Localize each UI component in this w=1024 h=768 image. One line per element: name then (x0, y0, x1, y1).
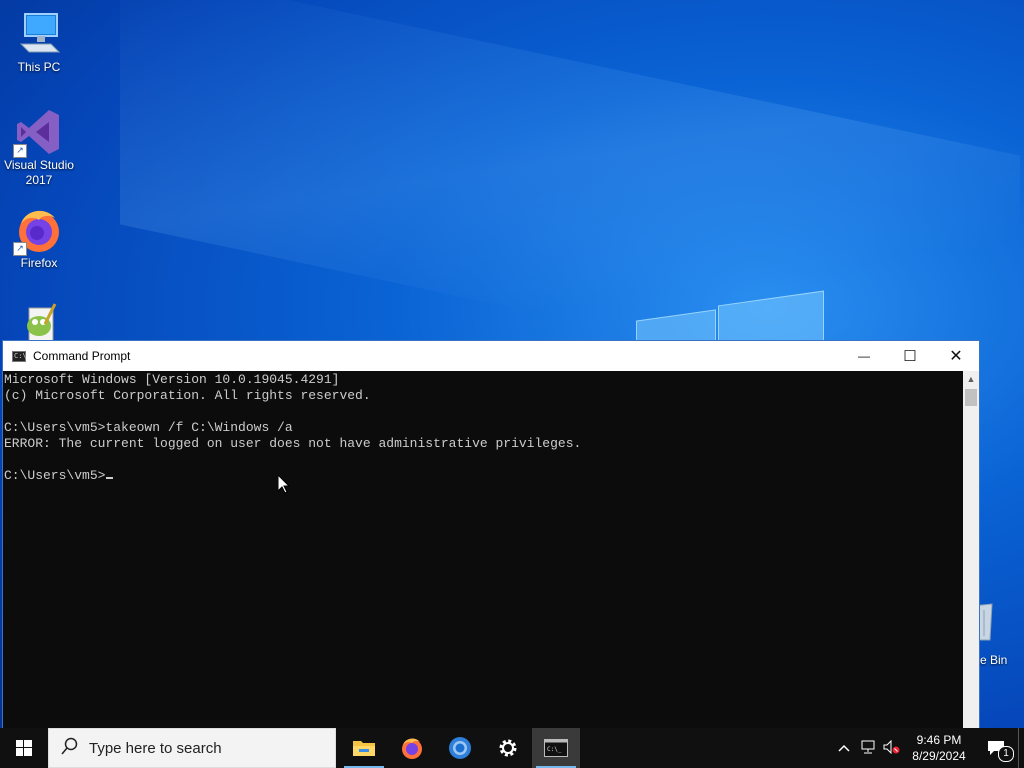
action-center-button[interactable]: 1 (974, 728, 1018, 768)
close-button[interactable]: ✕ (933, 341, 979, 371)
taskbar: Type here to search C:\_ 9:46 PM 8/29/20… (0, 728, 1024, 768)
command-prompt-icon: C:\ (12, 350, 27, 362)
minimize-button[interactable]: — (841, 341, 887, 371)
desktop-icon-label: This PC (17, 60, 61, 74)
taskbar-command-prompt[interactable]: C:\_ (532, 728, 580, 768)
system-tray: 9:46 PM 8/29/2024 1 (832, 728, 1024, 768)
vertical-scrollbar[interactable]: ▲ (963, 371, 979, 729)
scroll-up-arrow-icon[interactable]: ▲ (963, 371, 979, 387)
start-button[interactable] (0, 728, 48, 768)
clock-date: 8/29/2024 (912, 749, 966, 763)
desktop-icon-visual-studio[interactable]: ↗ Visual Studio 2017 (1, 108, 77, 188)
command-prompt-window[interactable]: C:\ Command Prompt — ☐ ✕ Microsoft Windo… (2, 340, 980, 730)
this-pc-icon (15, 10, 63, 58)
chrome-icon (449, 737, 471, 759)
show-desktop-button[interactable] (1018, 728, 1024, 768)
taskbar-settings[interactable] (484, 728, 532, 768)
desktop-icon-this-pc[interactable]: This PC (1, 10, 77, 75)
notification-count-badge: 1 (998, 746, 1014, 762)
volume-muted-icon[interactable] (880, 739, 904, 757)
console-line: ERROR: The current logged on user does n… (4, 436, 582, 451)
console-output[interactable]: Microsoft Windows [Version 10.0.19045.42… (3, 371, 963, 729)
desktop-icon-label: Visual Studio 2017 (4, 158, 74, 187)
network-icon[interactable] (856, 740, 880, 757)
mouse-pointer-icon (277, 473, 291, 499)
shortcut-arrow-icon: ↗ (13, 144, 27, 158)
search-icon (61, 737, 81, 759)
search-placeholder: Type here to search (89, 739, 222, 757)
taskbar-search-box[interactable]: Type here to search (48, 728, 336, 768)
console-line: C:\Users\vm5>takeown /f C:\Windows /a (4, 420, 293, 435)
show-hidden-icons-chevron-icon[interactable] (832, 741, 856, 755)
desktop-icon-label: e Bin (980, 653, 1008, 667)
firefox-icon: ↗ (13, 206, 63, 256)
shortcut-arrow-icon: ↗ (13, 242, 27, 256)
clock[interactable]: 9:46 PM 8/29/2024 (904, 732, 974, 764)
svg-text:C:\_: C:\_ (547, 746, 562, 753)
firefox-icon (402, 738, 422, 759)
taskbar-chrome[interactable] (436, 728, 484, 768)
clock-time: 9:46 PM (916, 733, 962, 747)
taskbar-file-explorer[interactable] (340, 728, 388, 768)
desktop-icon-label: Firefox (20, 256, 58, 270)
desktop-icon-firefox[interactable]: ↗ Firefox (1, 206, 77, 271)
window-title-bar[interactable]: C:\ Command Prompt — ☐ ✕ (3, 341, 979, 371)
command-prompt-icon: C:\_ (544, 739, 568, 757)
settings-icon (499, 739, 517, 757)
window-title: Command Prompt (33, 349, 131, 363)
file-explorer-icon (353, 741, 375, 756)
text-cursor (106, 477, 114, 479)
console-line: (c) Microsoft Corporation. All rights re… (4, 388, 371, 403)
windows-logo-icon (16, 740, 32, 756)
scrollbar-thumb[interactable] (965, 389, 977, 406)
console-prompt-line[interactable]: C:\Users\vm5> (4, 468, 962, 484)
console-line: Microsoft Windows [Version 10.0.19045.42… (4, 372, 340, 387)
maximize-button[interactable]: ☐ (887, 341, 933, 371)
visual-studio-icon: ↗ (13, 108, 63, 158)
console-prompt: C:\Users\vm5> (4, 468, 106, 483)
taskbar-firefox[interactable] (388, 728, 436, 768)
